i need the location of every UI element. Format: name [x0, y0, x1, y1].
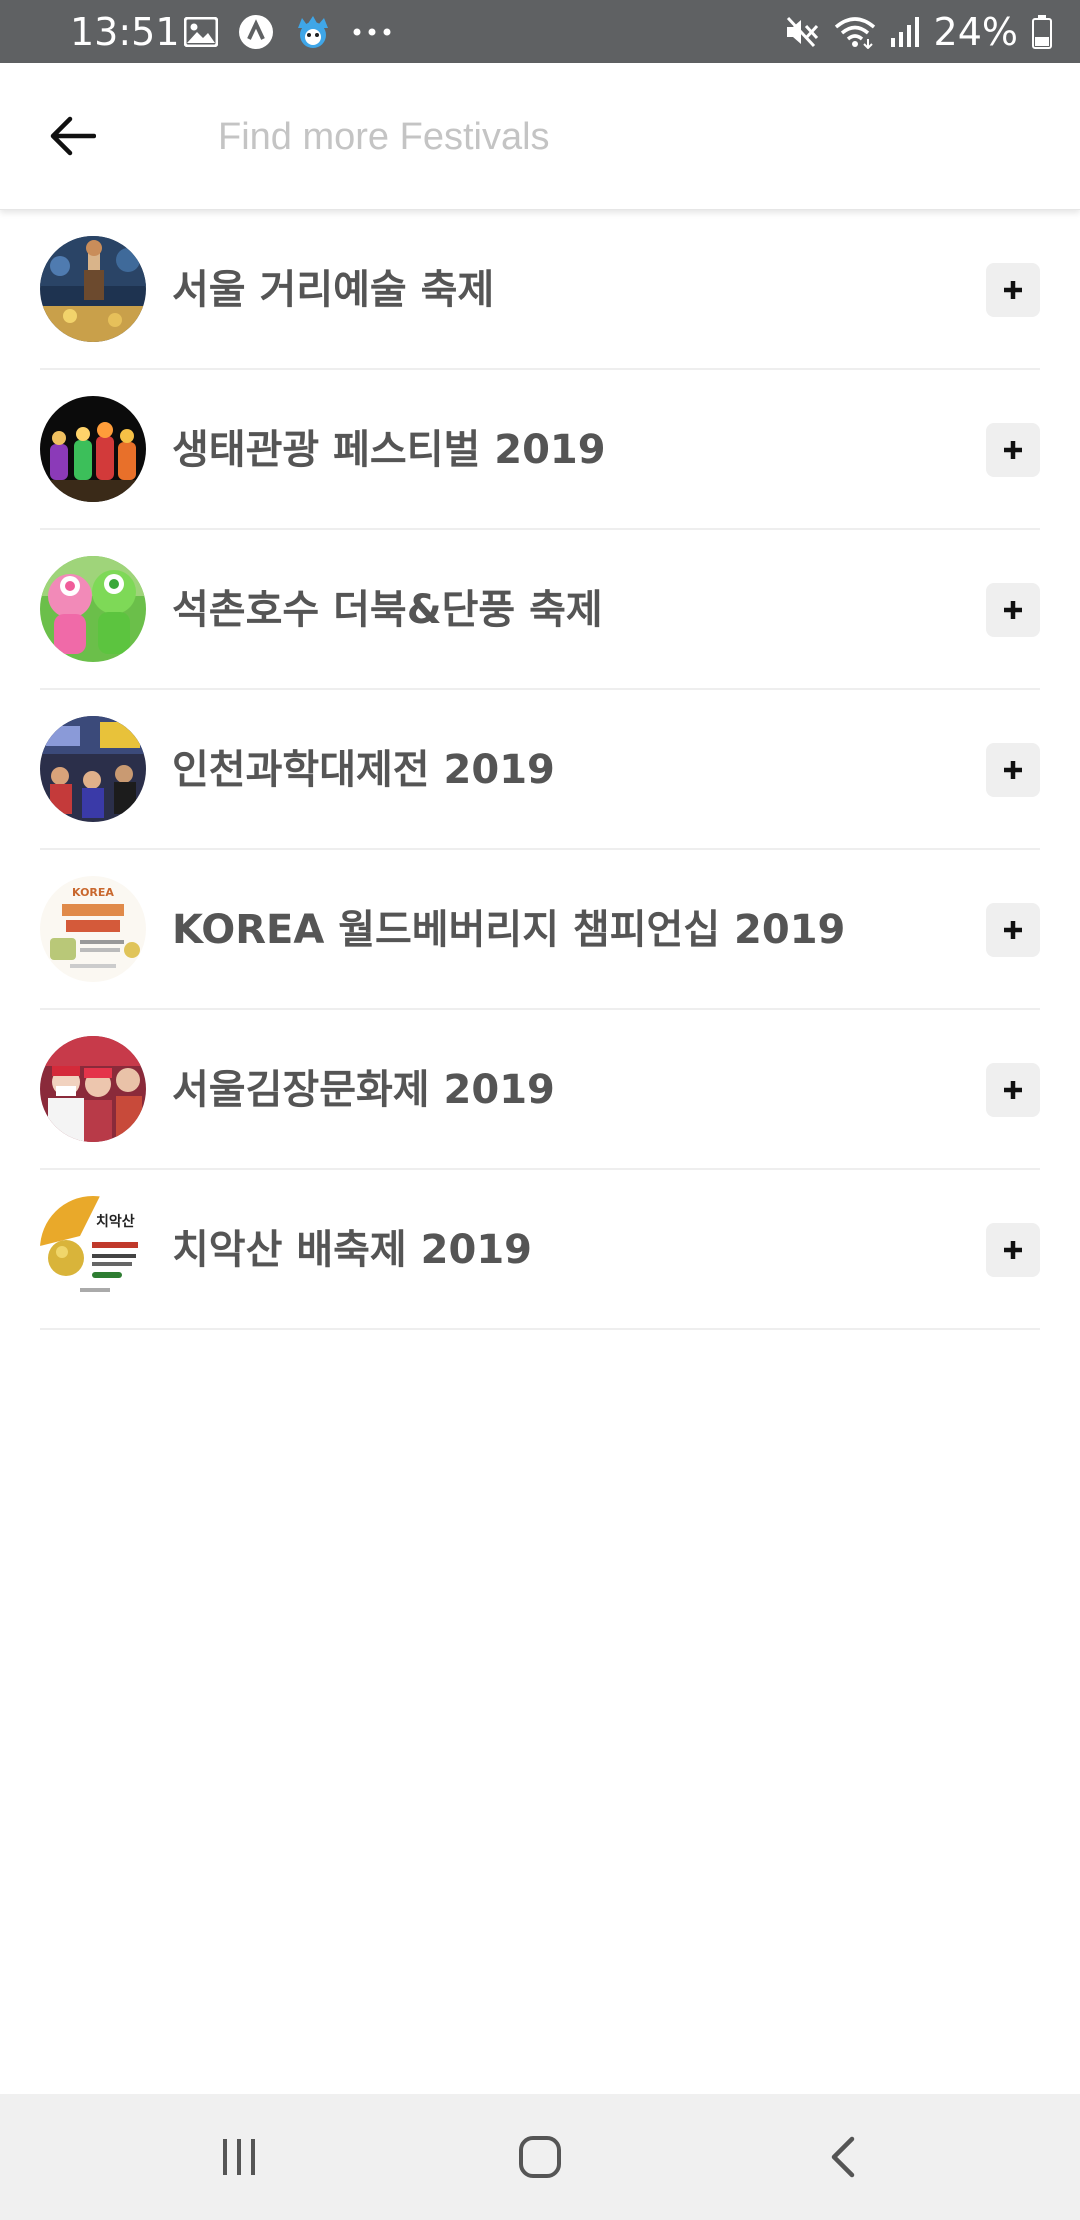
search-input[interactable] — [218, 105, 1018, 169]
list-item[interactable]: 생태관광 페스티벌 2019 — [40, 370, 1040, 530]
add-festival-button[interactable] — [986, 423, 1040, 477]
list-item[interactable]: 서울 거리예술 축제 — [40, 210, 1040, 370]
list-item[interactable]: 석촌호수 더북&단풍 축제 — [40, 530, 1040, 690]
plus-icon — [1002, 919, 1024, 941]
festival-list: 서울 거리예술 축제 생태관광 페스티벌 2019 석촌호수 더북&단풍 축제 … — [0, 210, 1080, 1330]
battery-icon — [1032, 15, 1052, 49]
festival-name: 치악산 배축제 2019 — [172, 1227, 532, 1273]
back-nav-button[interactable] — [808, 2122, 878, 2192]
festival-search-screen: 13:51 24% Find more Festivals 서울 거리예술 축제… — [0, 0, 1080, 2220]
mascot-icon — [294, 14, 332, 50]
status-time: 13:51 — [70, 10, 180, 54]
poster-title-text: 치악산 — [96, 1213, 135, 1230]
poster-title-text: KOREA — [72, 886, 114, 899]
home-button[interactable] — [505, 2122, 575, 2192]
recent-apps-button[interactable] — [204, 2122, 274, 2192]
back-button[interactable] — [40, 103, 106, 169]
festival-name: KOREA 월드베버리지 챔피언십 2019 — [172, 907, 846, 953]
back-icon — [828, 2135, 858, 2179]
list-item[interactable]: 치악산 치악산 배축제 2019 — [40, 1170, 1040, 1330]
more-dots-icon — [352, 27, 392, 37]
festival-thumbnail: KOREA — [40, 876, 146, 982]
festival-thumbnail — [40, 236, 146, 342]
search-app-bar — [0, 63, 1080, 210]
add-festival-button[interactable] — [986, 903, 1040, 957]
festival-name: 서울김장문화제 2019 — [172, 1067, 555, 1113]
festival-thumbnail — [40, 1036, 146, 1142]
festival-name: 서울 거리예술 축제 — [172, 267, 495, 313]
app-icon — [238, 14, 274, 50]
battery-percent: 24% — [933, 10, 1018, 54]
festival-thumbnail — [40, 396, 146, 502]
wifi-icon — [834, 15, 876, 49]
home-icon — [517, 2134, 563, 2180]
gallery-icon — [184, 17, 218, 47]
festival-name: 인천과학대제전 2019 — [172, 747, 555, 793]
recent-apps-icon — [219, 2137, 259, 2177]
arrow-left-icon — [50, 116, 96, 156]
add-festival-button[interactable] — [986, 1063, 1040, 1117]
signal-icon — [890, 16, 920, 48]
festival-thumbnail — [40, 556, 146, 662]
system-nav-bar — [0, 2094, 1080, 2220]
status-bar: 13:51 24% — [0, 0, 1080, 63]
festival-name: 생태관광 페스티벌 2019 — [172, 427, 606, 473]
plus-icon — [1002, 1079, 1024, 1101]
list-item[interactable]: 인천과학대제전 2019 — [40, 690, 1040, 850]
add-festival-button[interactable] — [986, 1223, 1040, 1277]
festival-thumbnail: 치악산 — [40, 1196, 146, 1302]
festival-thumbnail — [40, 716, 146, 822]
plus-icon — [1002, 599, 1024, 621]
add-festival-button[interactable] — [986, 263, 1040, 317]
list-item[interactable]: 서울김장문화제 2019 — [40, 1010, 1040, 1170]
plus-icon — [1002, 1239, 1024, 1261]
mute-icon — [784, 15, 820, 49]
add-festival-button[interactable] — [986, 743, 1040, 797]
plus-icon — [1002, 439, 1024, 461]
system-status-icons: 24% — [784, 8, 1052, 56]
add-festival-button[interactable] — [986, 583, 1040, 637]
plus-icon — [1002, 279, 1024, 301]
plus-icon — [1002, 759, 1024, 781]
list-item[interactable]: KOREA KOREA 월드베버리지 챔피언십 2019 — [40, 850, 1040, 1010]
notification-icons — [184, 14, 392, 50]
festival-name: 석촌호수 더북&단풍 축제 — [172, 587, 603, 633]
